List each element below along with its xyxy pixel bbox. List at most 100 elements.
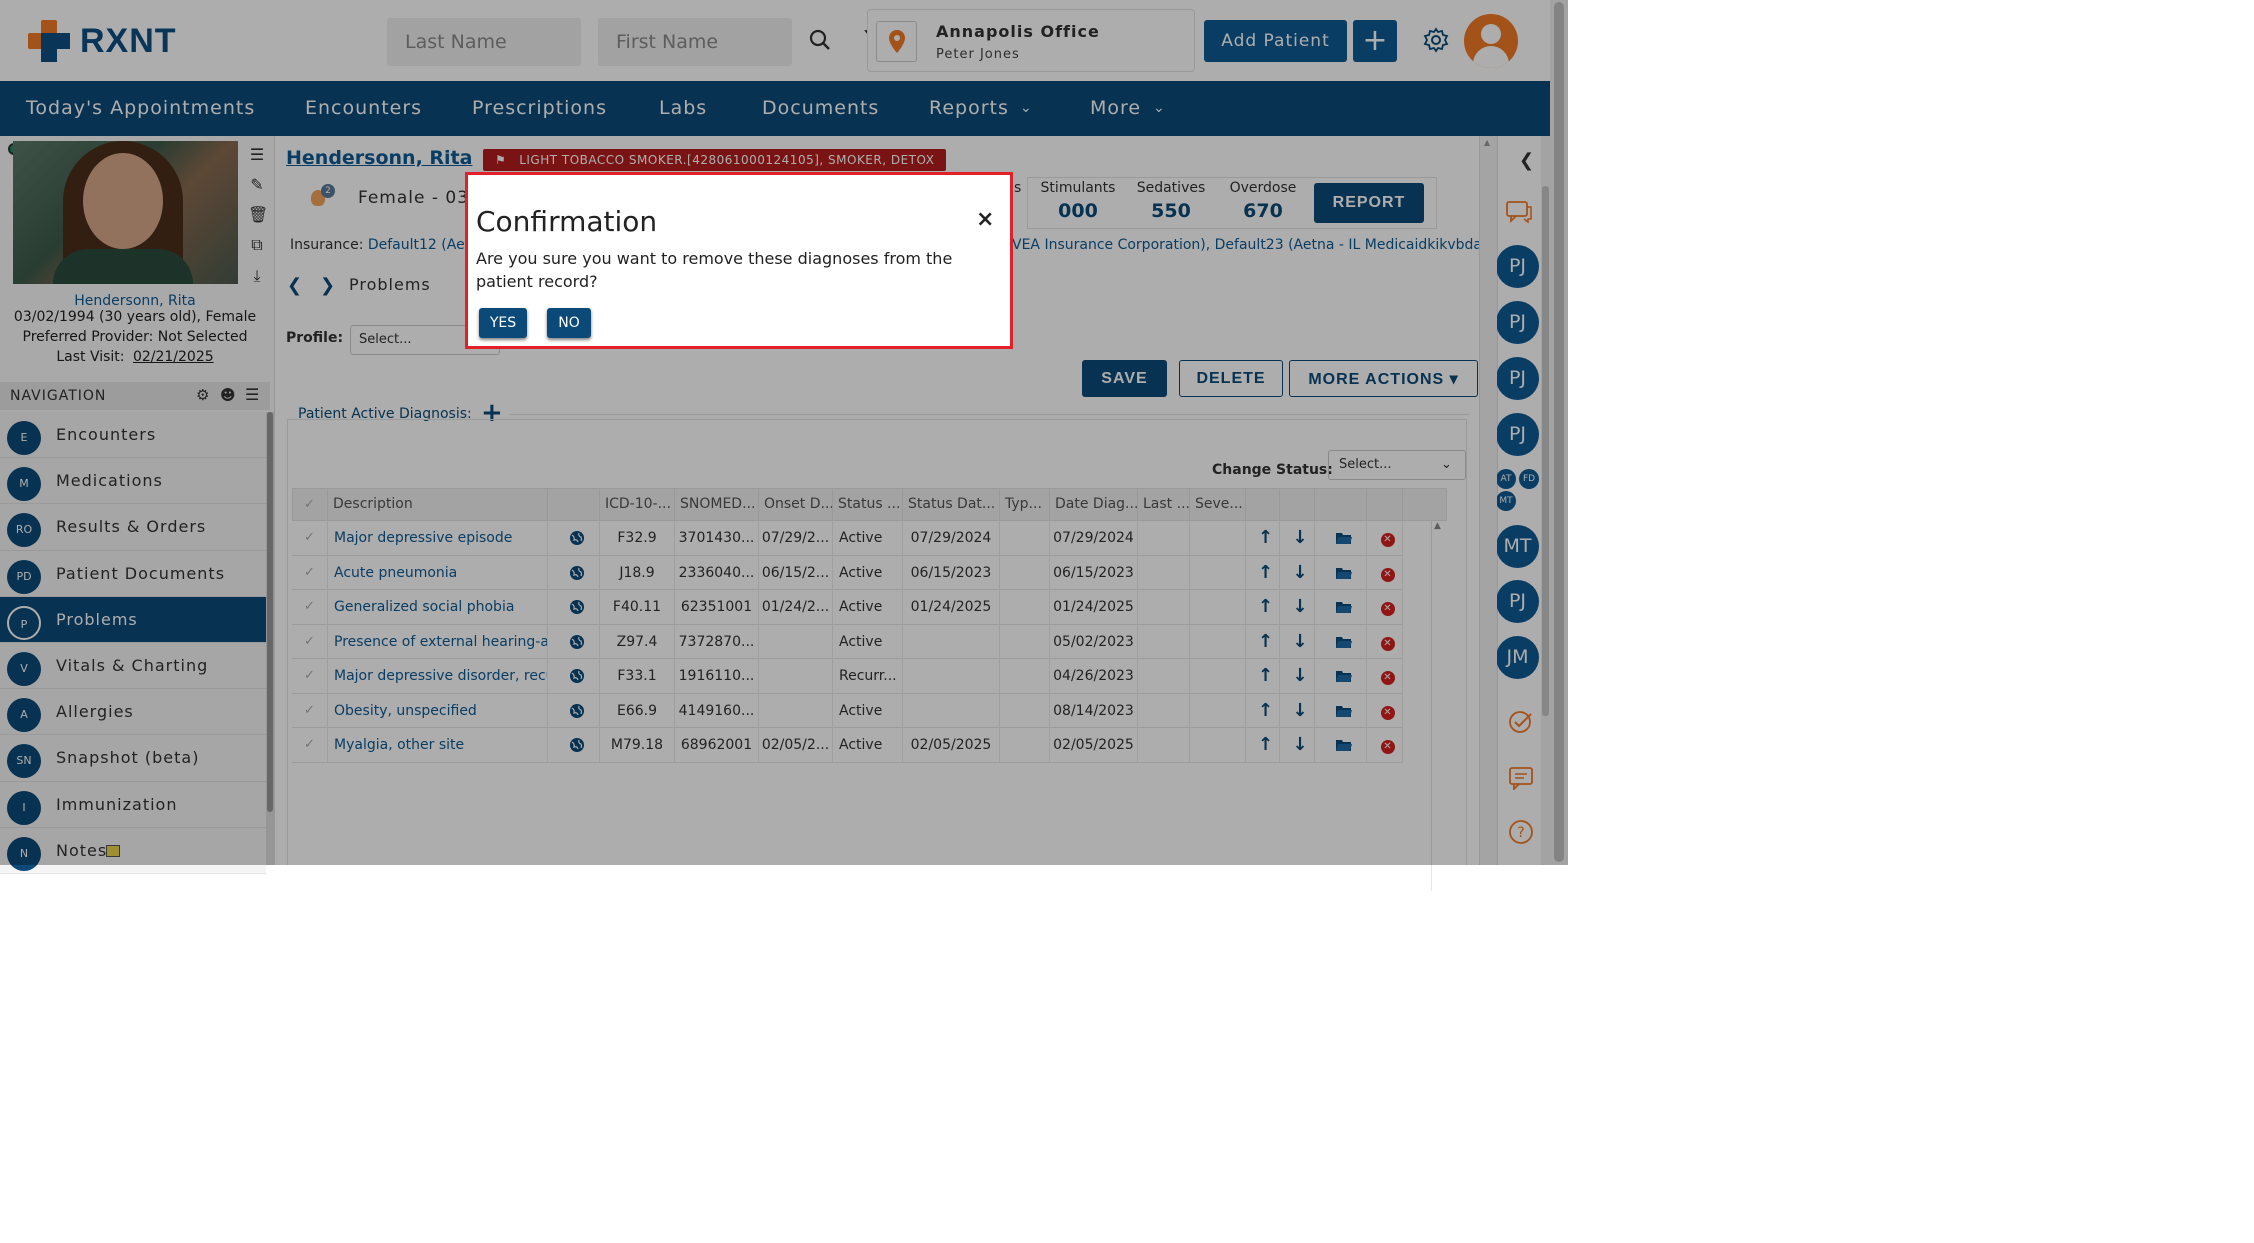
globe-icon[interactable] [548,728,600,762]
move-down-arrow-icon[interactable]: ↓ [1280,624,1315,659]
help-question-icon[interactable]: ? [1508,819,1534,845]
add-plus-button[interactable]: + [1353,20,1397,62]
row-check-icon[interactable]: ✓ [292,624,328,659]
window-scrollbar[interactable] [1550,0,1568,865]
move-down-arrow-icon[interactable]: ↓ [1280,521,1315,555]
remove-x-icon[interactable]: ✕ [1367,590,1403,624]
nav-item-snapshot[interactable]: SN Snapshot (beta) [0,735,266,782]
team-avatar[interactable]: PJ [1496,245,1539,288]
col-icd10[interactable]: ICD-10-... [600,488,675,521]
row-description[interactable]: Major depressive disorder, recu... [328,659,548,693]
nav-todays-appointments[interactable]: Today's Appointments [26,97,255,119]
nav-encounters[interactable]: Encounters [305,97,422,119]
settings-gear-icon[interactable] [1423,27,1449,53]
insurance-link-end[interactable]: VEA Insurance Corporation), Default23 (A… [1012,237,1525,253]
nav-item-vitals[interactable]: V Vitals & Charting [0,642,266,690]
row-description[interactable]: Acute pneumonia [328,555,548,590]
small-avatar-at[interactable]: AT [1496,469,1516,489]
move-up-arrow-icon[interactable]: ↑ [1246,728,1280,762]
table-row[interactable]: ✓ Generalized social phobia F40.11 62351001… [292,590,1403,625]
last-name-input[interactable] [387,18,581,66]
nav-item-allergies[interactable]: A Allergies [0,689,266,736]
row-description[interactable]: Presence of external hearing-aid [328,624,548,659]
first-name-input[interactable] [598,18,792,66]
team-avatar[interactable]: JM [1496,636,1539,679]
folder-icon[interactable] [1315,590,1367,624]
table-row[interactable]: ✓ Myalgia, other site M79.18 68962001 02/05/… [292,728,1403,763]
list-icon[interactable]: ☰ [248,146,266,164]
row-description[interactable]: Major depressive episode [328,521,548,555]
nav-item-notes[interactable]: N Notes [0,827,266,874]
last-visit-date[interactable]: 02/21/2025 [133,349,214,365]
sidebar-scrollbar[interactable] [266,412,274,865]
col-last[interactable]: Last ... [1138,488,1190,521]
edit-icon[interactable]: ✎ [248,176,266,194]
table-row[interactable]: ✓ Obesity, unspecified E66.9 4149160... Acti… [292,693,1403,728]
team-avatar[interactable]: PJ [1496,301,1539,344]
team-avatar[interactable]: PJ [1496,413,1539,456]
col-description[interactable]: Description [328,488,548,521]
report-button[interactable]: REPORT [1314,183,1424,223]
col-onset[interactable]: Onset D... [759,488,833,521]
globe-icon[interactable] [548,555,600,590]
save-button[interactable]: SAVE [1082,360,1167,397]
move-down-arrow-icon[interactable]: ↓ [1280,590,1315,624]
nav-item-problems[interactable]: P Problems [0,596,266,643]
message-icon[interactable] [1508,766,1534,790]
back-arrow-icon[interactable]: ❮ [287,275,302,296]
list-icon[interactable]: ☰ [245,385,260,404]
yes-button[interactable]: YES [479,308,527,338]
delete-button[interactable]: DELETE [1179,360,1283,397]
patient-name-link[interactable]: Hendersonn, Rita [0,293,270,309]
nav-more[interactable]: More [1090,97,1141,119]
table-scrollbar[interactable]: ▲ [1431,521,1445,891]
remove-x-icon[interactable]: ✕ [1367,555,1403,590]
search-icon[interactable] [808,28,832,52]
folder-icon[interactable] [1315,728,1367,762]
insurance-link-start[interactable]: Default12 (Aetn [368,237,479,253]
folder-icon[interactable] [1315,624,1367,659]
globe-icon[interactable] [548,659,600,693]
chevron-down-icon[interactable]: ⌄ [1153,100,1166,116]
remove-x-icon[interactable]: ✕ [1367,693,1403,728]
nav-reports[interactable]: Reports [929,97,1009,119]
gear-icon[interactable]: ⚙ [196,386,210,404]
folder-icon[interactable] [1315,693,1367,728]
folder-icon[interactable] [1315,555,1367,590]
table-row[interactable]: ✓ Acute pneumonia J18.9 2336040... 06/15/2..… [292,555,1403,590]
folder-icon[interactable] [1315,659,1367,693]
nav-labs[interactable]: Labs [659,97,707,119]
lightbulb-icon[interactable]: 2 [311,184,335,208]
nav-item-immunization[interactable]: I Immunization [0,781,266,828]
chat-bubbles-icon[interactable] [1505,200,1533,224]
row-check-icon[interactable]: ✓ [292,590,328,624]
move-up-arrow-icon[interactable]: ↑ [1246,590,1280,624]
chevron-down-icon[interactable]: ⌄ [1020,100,1033,116]
row-check-icon[interactable]: ✓ [292,555,328,590]
team-avatar[interactable]: PJ [1496,580,1539,623]
move-down-arrow-icon[interactable]: ↓ [1280,693,1315,728]
move-down-arrow-icon[interactable]: ↓ [1280,728,1315,762]
nav-item-medications[interactable]: M Medications [0,458,266,505]
row-description[interactable]: Obesity, unspecified [328,693,548,728]
more-actions-button[interactable]: MORE ACTIONS ▾ [1289,360,1478,397]
patient-title[interactable]: Hendersonn, Rita [286,147,472,169]
close-icon[interactable]: × [976,207,994,232]
globe-icon[interactable] [548,521,600,555]
col-type[interactable]: Typ... [1000,488,1050,521]
office-selector[interactable]: Annapolis Office Peter Jones [867,9,1195,72]
rxnt-logo[interactable]: RXNT [28,20,177,62]
team-avatar[interactable]: MT [1496,525,1539,568]
select-all-check-icon[interactable]: ✓ [292,488,328,521]
remove-x-icon[interactable]: ✕ [1367,728,1403,762]
table-row[interactable]: ✓ Presence of external hearing-aid Z97.4 73… [292,624,1403,659]
row-check-icon[interactable]: ✓ [292,728,328,762]
small-avatar-mt[interactable]: MT [1496,491,1516,511]
nav-prescriptions[interactable]: Prescriptions [472,97,607,119]
download-icon[interactable]: ⤓ [248,267,266,285]
remove-x-icon[interactable]: ✕ [1367,624,1403,659]
nav-documents[interactable]: Documents [762,97,879,119]
row-check-icon[interactable]: ✓ [292,659,328,693]
globe-icon[interactable] [548,624,600,659]
add-patient-button[interactable]: Add Patient [1204,20,1347,62]
